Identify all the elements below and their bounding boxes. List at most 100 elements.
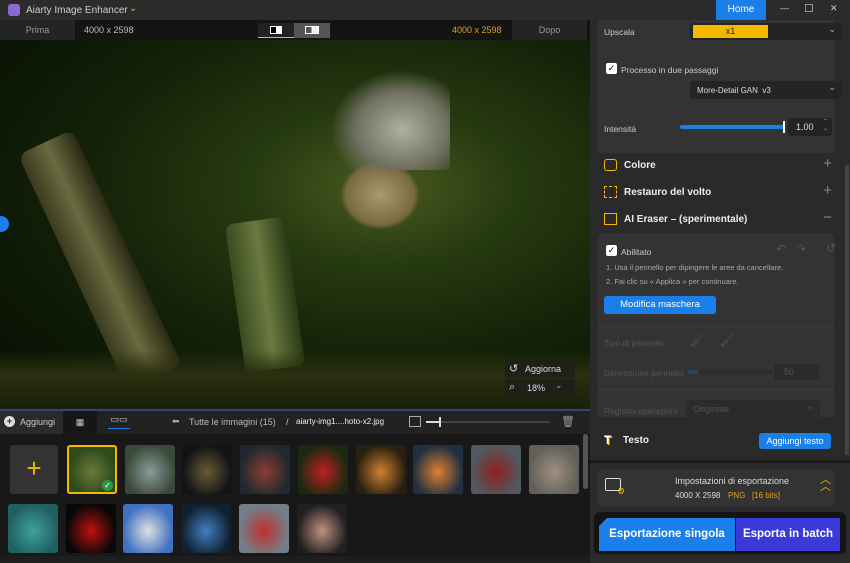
model-dropdown[interactable]: More-Detail GAN v3 ⌄: [690, 81, 842, 99]
split-view-icon: [270, 26, 282, 34]
eraser-icon: [604, 213, 617, 225]
two-pass-checkbox[interactable]: ✓: [606, 63, 617, 74]
history-value: Originale: [693, 404, 730, 414]
split-view-button[interactable]: [258, 23, 294, 38]
thumbnail[interactable]: [123, 504, 174, 553]
stepper-arrows-icon[interactable]: ⌃ ⌄: [823, 119, 828, 133]
thumbnail-gallery: + ✓: [0, 434, 590, 556]
back-arrow-icon[interactable]: ⬅: [172, 416, 180, 427]
gallery-toolbar: + Aggiungi ▦ ▭▭ ⬅ Tutte le immagini (15)…: [0, 409, 590, 434]
thumbnail[interactable]: [528, 445, 579, 494]
panel-scrollbar[interactable]: [845, 165, 849, 455]
add-button[interactable]: + Aggiungi: [0, 411, 63, 434]
zoom-control[interactable]: ⌕ 18% ⌄: [505, 379, 575, 397]
close-button[interactable]: ✕: [830, 3, 838, 14]
upscale-section: Upscala x1 ⌄ ✓ Processo in due passaggi …: [598, 20, 842, 153]
side-by-side-icon: [305, 26, 319, 34]
collapse-eraser-icon[interactable]: −: [823, 209, 832, 226]
color-section-header[interactable]: Colore: [624, 160, 656, 171]
upscale-dropdown[interactable]: x1 ⌄: [690, 23, 842, 40]
thumbnail[interactable]: [8, 504, 58, 553]
bird: [340, 160, 420, 230]
intensity-slider[interactable]: [680, 121, 785, 133]
brush-size-slider[interactable]: [688, 370, 772, 374]
enabled-label: Abilitato: [621, 247, 652, 257]
zoom-fit-icon[interactable]: ⌕: [509, 381, 515, 394]
grid-view-button[interactable]: ▦: [63, 411, 97, 434]
intensity-stepper[interactable]: 1.00 ⌃ ⌄: [788, 118, 832, 136]
thumbnail[interactable]: [470, 445, 521, 494]
divider: [598, 389, 834, 390]
edit-mask-button[interactable]: Modifica maschera: [604, 296, 716, 314]
thumbnail[interactable]: [413, 445, 464, 494]
side-by-side-button[interactable]: [294, 23, 330, 38]
export-format: PNG: [728, 491, 746, 500]
add-image-button[interactable]: +: [10, 445, 58, 494]
brush-add-icon[interactable]: 🖌: [690, 334, 704, 347]
plus-circle-icon: +: [4, 416, 15, 427]
thumbnail[interactable]: [355, 445, 406, 494]
divider: [598, 326, 834, 327]
minimize-button[interactable]: —: [780, 3, 789, 13]
all-images-link[interactable]: Tutte le immagini (15): [189, 417, 276, 427]
thumbnail[interactable]: [124, 445, 175, 494]
intensity-value: 1.00: [796, 122, 814, 132]
history-dropdown[interactable]: Originale ⌄: [686, 400, 820, 417]
image-preview[interactable]: ↺ Aggiorna ⌕ 18% ⌄: [0, 40, 590, 408]
export-size: 4000 X 2598: [675, 491, 721, 500]
home-button[interactable]: Home: [716, 0, 766, 20]
export-title: Impostazioni di esportazione: [675, 476, 790, 486]
refresh-button[interactable]: ↺ Aggiorna: [505, 360, 575, 378]
thumbnail-size-slider[interactable]: [426, 417, 550, 427]
selected-check-icon: ✓: [102, 480, 113, 491]
brush-type-label: Tipo di pennello: [604, 338, 664, 348]
ai-eraser-header[interactable]: AI Eraser – (sperimentale): [624, 214, 747, 225]
single-export-button[interactable]: Esportazione singola: [599, 518, 735, 551]
thumbnail[interactable]: [296, 504, 347, 553]
filmstrip-view-button[interactable]: ▭▭: [108, 414, 130, 429]
upscale-label: Upscala: [604, 27, 635, 37]
enabled-checkbox[interactable]: ✓: [606, 245, 617, 256]
chevron-down-icon: ⌄: [828, 24, 836, 34]
add-text-button[interactable]: Aggiungi testo: [759, 433, 831, 449]
brush-subtract-icon[interactable]: 🖌: [720, 334, 734, 347]
palette-icon: [604, 159, 617, 171]
two-pass-label: Processo in due passaggi: [621, 65, 719, 75]
maximize-button[interactable]: ☐: [804, 2, 814, 15]
text-section-header: Testo: [623, 435, 649, 446]
panel-divider: [590, 460, 850, 463]
expand-color-icon[interactable]: +: [823, 155, 832, 172]
current-file: aiarty-img1....hoto-x2.jpg: [296, 417, 385, 426]
chevron-down-icon[interactable]: ⌄: [555, 380, 563, 391]
thumbnail[interactable]: [297, 445, 348, 494]
eraser-step-1: 1. Usa il pennello per dipingere le aree…: [606, 263, 784, 272]
title-bar: Aiarty Image Enhancer ⌄ Home — ☐ ✕: [0, 0, 850, 20]
bird-wing: [330, 70, 450, 170]
face-restore-header[interactable]: Restauro del volto: [624, 187, 711, 198]
add-label: Aggiungi: [20, 417, 56, 427]
settings-panel: Upscala x1 ⌄ ✓ Processo in due passaggi …: [590, 20, 850, 563]
export-bits: [16 bits]: [752, 491, 781, 500]
gear-icon: ⚙: [617, 486, 626, 496]
thumbnail[interactable]: [181, 504, 232, 553]
collapse-handle[interactable]: [0, 216, 9, 232]
breadcrumb-separator: /: [286, 417, 289, 427]
chevron-up-double-icon[interactable]: ︿ ︿: [820, 475, 831, 493]
chevron-down-icon[interactable]: ⌄: [129, 3, 137, 14]
thumbnail[interactable]: ✓: [67, 445, 117, 494]
reset-icon[interactable]: ↺: [826, 241, 836, 255]
thumbnail[interactable]: [182, 445, 233, 494]
thumbnail[interactable]: [240, 445, 291, 494]
eraser-step-2: 2. Fai clic su « Applica » per continuar…: [606, 277, 739, 286]
export-settings[interactable]: ⚙ Impostazioni di esportazione 4000 X 25…: [598, 469, 834, 506]
thumbnail[interactable]: [238, 504, 289, 553]
intensity-label: Intensità: [604, 124, 637, 134]
trash-icon[interactable]: 🗑: [561, 415, 575, 428]
batch-export-button[interactable]: Esporta in batch: [736, 518, 840, 551]
brush-size-stepper[interactable]: 50: [774, 364, 819, 380]
thumbnail[interactable]: [65, 504, 116, 553]
expand-face-icon[interactable]: +: [823, 182, 832, 199]
undo-icon[interactable]: ↶: [776, 242, 786, 256]
gallery-scrollbar[interactable]: [583, 434, 588, 489]
redo-icon[interactable]: ↷: [796, 242, 806, 256]
